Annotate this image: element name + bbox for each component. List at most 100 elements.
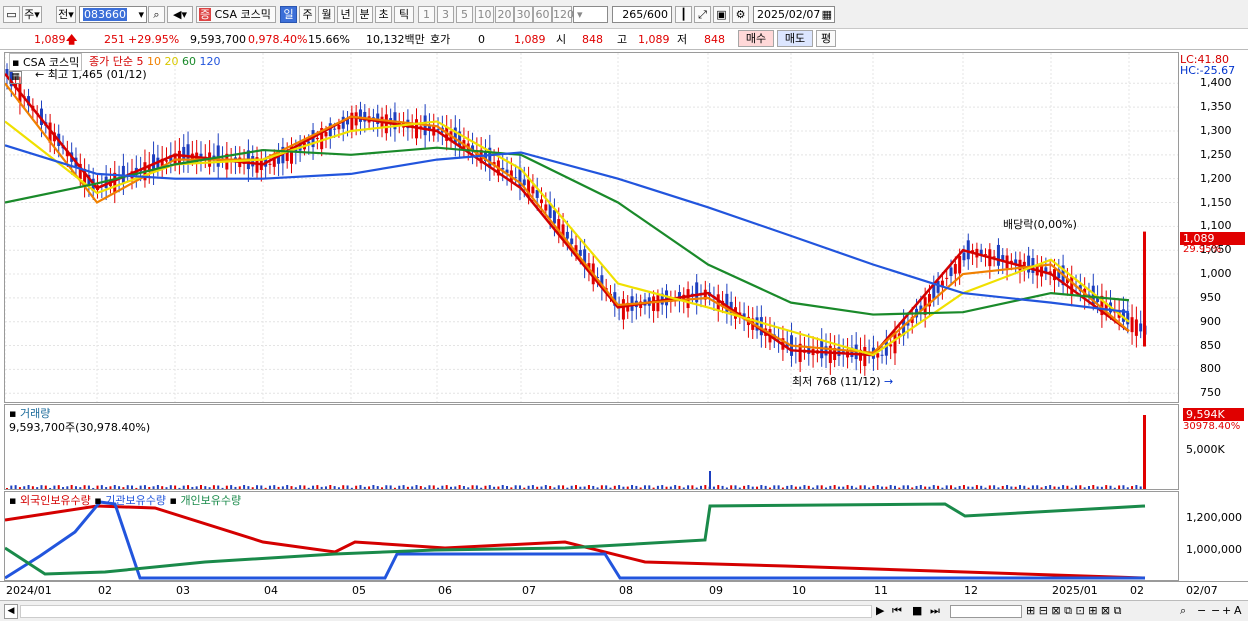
period-week[interactable]: 주 [299, 6, 316, 23]
mode-select[interactable]: 주▾ [22, 6, 42, 23]
minute-10[interactable]: 10 [475, 6, 494, 23]
font-icon[interactable]: A [1234, 603, 1242, 618]
candle-icon[interactable]: ┃ [675, 6, 692, 23]
volume-bar [44, 485, 47, 489]
volume-bar [514, 485, 517, 489]
zoom-in-icon[interactable]: + [1222, 603, 1231, 618]
buy-button[interactable]: 매수 [738, 30, 774, 47]
volume-bar [368, 486, 371, 489]
save-icon[interactable]: ▣ [713, 6, 730, 23]
calendar-icon[interactable]: ▦ [822, 7, 832, 22]
volume-bar [661, 485, 664, 489]
price-y-tick: 1,200 [1200, 171, 1232, 185]
minute-1[interactable]: 1 [418, 6, 435, 23]
price-y-tick: 1,300 [1200, 123, 1232, 137]
volume-bar [674, 485, 677, 489]
custom-period-input[interactable]: ▾ [573, 6, 608, 23]
period-day[interactable]: 일 [280, 6, 297, 23]
period-month[interactable]: 월 [318, 6, 335, 23]
scroll-right-icon[interactable]: ▶ [876, 603, 884, 618]
rewind-icon[interactable]: ⏮ [892, 603, 902, 618]
minute-5[interactable]: 5 [456, 6, 473, 23]
volume-bar [488, 485, 491, 489]
stock-name: CSA 코스믹 [214, 8, 271, 21]
zoom-icon[interactable]: ⌕ [1180, 603, 1186, 618]
minute-120[interactable]: 120 [552, 6, 574, 23]
volume-bar [902, 485, 905, 489]
x-axis-label: 02 [1130, 584, 1144, 597]
period-minute[interactable]: 분 [356, 6, 373, 23]
count-input[interactable]: 265/600 [612, 6, 672, 23]
zoom-slider[interactable] [950, 605, 1022, 618]
volume-bar [385, 485, 388, 489]
low-note-text: 최저 768 (11/12) [792, 375, 881, 388]
price-y-tick: 1,350 [1200, 100, 1232, 114]
forward-icon[interactable]: ⏭ [930, 603, 940, 618]
search-icon[interactable]: ⌕ [148, 6, 165, 23]
tool-icons[interactable]: ⊞ ⊟ ⊠ ⧉ ⊡ ⊞ ⊠ ⧉ [1026, 603, 1122, 618]
grid-icon[interactable]: ▦ [9, 71, 22, 84]
volume-bar [635, 485, 638, 489]
volume-bar [863, 485, 866, 489]
volume-bar [1010, 486, 1013, 489]
volume-bar [1023, 485, 1026, 489]
stock-code-input[interactable]: 083660 ▾ [79, 6, 147, 23]
volume-bar [950, 485, 953, 489]
toolbar: ▭ 주▾ 전▾ 083660 ▾ ⌕ ◀▾ 증 CSA 코스믹 일 주 월 년 … [0, 0, 1248, 29]
prev-select[interactable]: 전▾ [56, 6, 76, 23]
candle-body [884, 341, 888, 356]
volume-bar [751, 486, 754, 489]
open-value: 848 [582, 33, 603, 46]
avg-button[interactable]: 평 [816, 30, 836, 47]
volume-bar [324, 486, 327, 489]
stock-code-value: 083660 [83, 8, 127, 21]
high-value: 1,089 [638, 33, 670, 46]
zoom-out-icon[interactable]: − [1197, 603, 1206, 618]
period-year[interactable]: 년 [337, 6, 354, 23]
volume-bar [768, 487, 771, 489]
minus-icon[interactable]: − [1211, 603, 1220, 618]
minute-30[interactable]: 30 [514, 6, 533, 23]
period-second[interactable]: 초 [375, 6, 392, 23]
volume-bar [682, 487, 685, 489]
volume-bar [6, 488, 8, 489]
candle-body [958, 255, 962, 274]
speaker-icon[interactable]: ◀▾ [167, 6, 193, 23]
window-icon[interactable]: ▭ [3, 6, 20, 23]
volume-bar [49, 487, 52, 489]
scroll-track[interactable] [20, 605, 872, 618]
minute-3[interactable]: 3 [437, 6, 454, 23]
stop-icon[interactable]: ■ [912, 603, 922, 618]
tool-icon[interactable]: ⤢ [694, 6, 711, 23]
candle-body [570, 238, 574, 244]
chevron-down-icon[interactable]: ▾ [138, 7, 144, 22]
date-input[interactable]: 2025/02/07 ▦ [753, 6, 835, 23]
volume-bar [825, 487, 828, 489]
mode-label: 주 [24, 8, 35, 21]
volume-bar [876, 485, 879, 489]
volume-bar [411, 486, 414, 489]
count-value: 265 [622, 8, 644, 21]
volume-bar [846, 485, 849, 489]
low-label: 저 [677, 33, 688, 46]
minute-20[interactable]: 20 [495, 6, 514, 23]
gear-icon[interactable]: ⚙ [732, 6, 749, 23]
hoga-price: 1,089 [514, 33, 546, 46]
up-arrow-icon: 🡅 [66, 33, 78, 46]
volume-bar [540, 486, 543, 489]
volume-bar [881, 486, 884, 489]
volume-bar [204, 486, 207, 489]
price-y-tick: 1,150 [1200, 195, 1232, 209]
volume-bar [747, 485, 750, 489]
minute-60[interactable]: 60 [533, 6, 552, 23]
scroll-left-icon[interactable]: ◀ [4, 604, 18, 619]
stock-name-field[interactable]: 증 CSA 코스믹 [196, 6, 276, 23]
volume-bar [919, 485, 922, 489]
volume-axis: 9,594K 30978.40% 5,000K [1180, 404, 1248, 490]
volume-bar [1044, 486, 1047, 489]
sell-button[interactable]: 매도 [777, 30, 813, 47]
volume-bar [967, 486, 970, 489]
period-tick[interactable]: 틱 [394, 6, 414, 23]
volume-bar [230, 485, 233, 489]
x-axis-label: 03 [176, 584, 190, 597]
